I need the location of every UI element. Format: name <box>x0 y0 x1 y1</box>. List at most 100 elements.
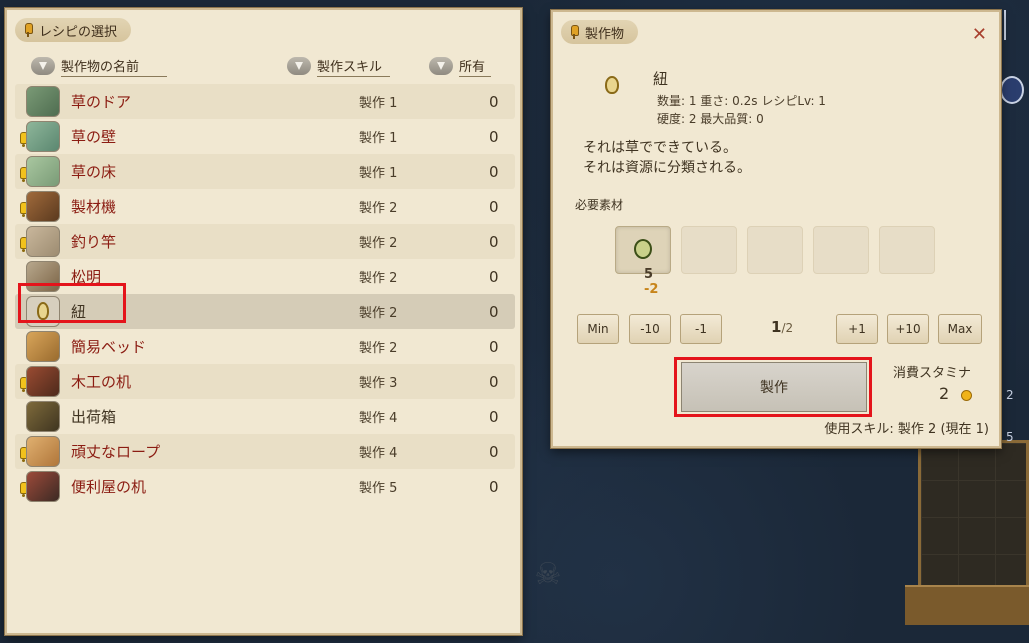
recipe-name: 便利屋の机 <box>71 478 147 496</box>
torch-icon <box>26 261 60 292</box>
quantity-display: 1/2 <box>771 318 794 336</box>
world-number: 2 <box>1006 388 1014 402</box>
recipe-skill: 製作 1 <box>359 166 398 181</box>
column-header-skill[interactable]: 製作スキル <box>287 54 391 78</box>
sawmill-icon <box>26 191 60 222</box>
recipe-row[interactable]: 松明 製作 2 0 <box>15 259 515 294</box>
recipe-name: 簡易ベッド <box>71 338 147 356</box>
clock-icon[interactable] <box>1000 76 1024 104</box>
craft-panel-title-text: 製作物 <box>585 26 625 42</box>
skill-use-text: 使用スキル: 製作 2 (現在 1) <box>824 422 989 437</box>
recipe-skill: 製作 2 <box>359 201 398 216</box>
recipe-skill: 製作 3 <box>359 376 398 391</box>
shipping-box-icon <box>26 401 60 432</box>
minus-1-button[interactable]: -1 <box>680 314 722 344</box>
close-icon[interactable]: ✕ <box>972 24 987 45</box>
stamina-value: 2 <box>939 384 950 403</box>
carpentry-desk-icon <box>26 366 60 397</box>
recipe-row-selected[interactable]: 紐 製作 2 0 <box>15 294 515 329</box>
recipe-name: 釣り竿 <box>71 233 117 251</box>
recipe-row[interactable]: 木工の机 製作 3 0 <box>15 364 515 399</box>
recipe-panel-title: レシピの選択 <box>15 18 132 42</box>
column-header-owned[interactable]: 所有 <box>429 54 492 78</box>
pin-icon <box>569 25 579 39</box>
material-slot-empty <box>747 226 803 274</box>
recipe-owned: 0 <box>489 337 499 356</box>
recipe-owned: 0 <box>489 407 499 426</box>
recipe-row[interactable]: 釣り竿 製作 2 0 <box>15 224 515 259</box>
string-icon <box>26 296 60 327</box>
item-name: 紐 <box>653 70 669 88</box>
recipe-name: 紐 <box>71 303 87 321</box>
recipe-row[interactable]: 便利屋の机 製作 5 0 <box>15 469 515 504</box>
recipe-name: 草の壁 <box>71 128 117 146</box>
recipe-owned: 0 <box>489 232 499 251</box>
sort-icon[interactable] <box>429 57 453 75</box>
recipe-row[interactable]: 製材機 製作 2 0 <box>15 189 515 224</box>
recipe-row[interactable]: 頑丈なロープ 製作 4 0 <box>15 434 515 469</box>
recipe-skill: 製作 2 <box>359 271 398 286</box>
recipe-owned: 0 <box>489 477 499 496</box>
minus-10-button[interactable]: -10 <box>629 314 671 344</box>
recipe-row[interactable]: 出荷箱 製作 4 0 <box>15 399 515 434</box>
grass-floor-icon <box>26 156 60 187</box>
string-icon <box>605 76 619 94</box>
recipe-name: 出荷箱 <box>71 408 117 426</box>
sort-icon[interactable] <box>31 57 55 75</box>
recipe-skill: 製作 4 <box>359 411 398 426</box>
recipe-skill: 製作 5 <box>359 481 398 496</box>
materials-label: 必要素材 <box>575 198 624 212</box>
recipe-row[interactable]: 草のドア 製作 1 0 <box>15 84 515 119</box>
recipe-skill: 製作 2 <box>359 341 398 356</box>
material-slot-empty <box>879 226 935 274</box>
min-button[interactable]: Min <box>577 314 619 344</box>
recipe-name: 草の床 <box>71 163 117 181</box>
recipe-row[interactable]: 草の床 製作 1 0 <box>15 154 515 189</box>
max-button[interactable]: Max <box>938 314 982 344</box>
recipe-owned: 0 <box>489 267 499 286</box>
recipe-owned: 0 <box>489 127 499 146</box>
compass-icon <box>1004 10 1024 40</box>
material-slot[interactable]: 5 -2 <box>615 226 671 297</box>
material-slot-empty <box>681 226 737 274</box>
world-number: 5 <box>1006 430 1014 444</box>
recipe-list: 草のドア 製作 1 0 草の壁 製作 1 0 草の床 製作 1 0 製材機 製作… <box>15 84 515 504</box>
world-plank <box>905 585 1029 625</box>
recipe-owned: 0 <box>489 197 499 216</box>
stamina-label: 消費スタミナ <box>893 366 972 381</box>
recipe-name: 頑丈なロープ <box>71 443 161 461</box>
recipe-name: 木工の机 <box>71 373 132 391</box>
item-description: それは草でできている。 それは資源に分類される。 <box>583 140 751 176</box>
recipe-name: 松明 <box>71 268 102 286</box>
column-header-name[interactable]: 製作物の名前 <box>31 54 168 78</box>
craft-button[interactable]: 製作 <box>681 362 867 412</box>
grass-wall-icon <box>26 121 60 152</box>
fishing-rod-icon <box>26 226 60 257</box>
material-slot-empty <box>813 226 869 274</box>
recipe-row[interactable]: 簡易ベッド 製作 2 0 <box>15 329 515 364</box>
sturdy-rope-icon <box>26 436 60 467</box>
recipe-skill: 製作 2 <box>359 236 398 251</box>
recipe-owned: 0 <box>489 442 499 461</box>
pin-icon <box>23 23 33 37</box>
recipe-panel: レシピの選択 製作物の名前 製作スキル 所有 草のドア 製作 1 0 草の壁 製… <box>5 8 522 635</box>
sort-icon[interactable] <box>287 57 311 75</box>
plus-1-button[interactable]: +1 <box>836 314 878 344</box>
recipe-owned: 0 <box>489 92 499 111</box>
recipe-skill: 製作 1 <box>359 131 398 146</box>
recipe-row[interactable]: 草の壁 製作 1 0 <box>15 119 515 154</box>
recipe-owned: 0 <box>489 372 499 391</box>
simple-bed-icon <box>26 331 60 362</box>
recipe-panel-title-text: レシピの選択 <box>39 24 118 40</box>
plus-10-button[interactable]: +10 <box>887 314 929 344</box>
recipe-owned: 0 <box>489 162 499 181</box>
grass-door-icon <box>26 86 60 117</box>
item-stats: 数量: 1 重さ: 0.2s レシピLv: 1 硬度: 2 最大品質: 0 <box>657 94 826 126</box>
recipe-skill: 製作 1 <box>359 96 398 111</box>
recipe-skill: 製作 2 <box>359 306 398 321</box>
recipe-skill: 製作 4 <box>359 446 398 461</box>
material-count: 5 -2 <box>644 267 659 297</box>
material-slots: 5 -2 <box>615 226 935 297</box>
grass-material-icon <box>634 239 652 259</box>
skull-icon: ☠ <box>534 557 562 592</box>
